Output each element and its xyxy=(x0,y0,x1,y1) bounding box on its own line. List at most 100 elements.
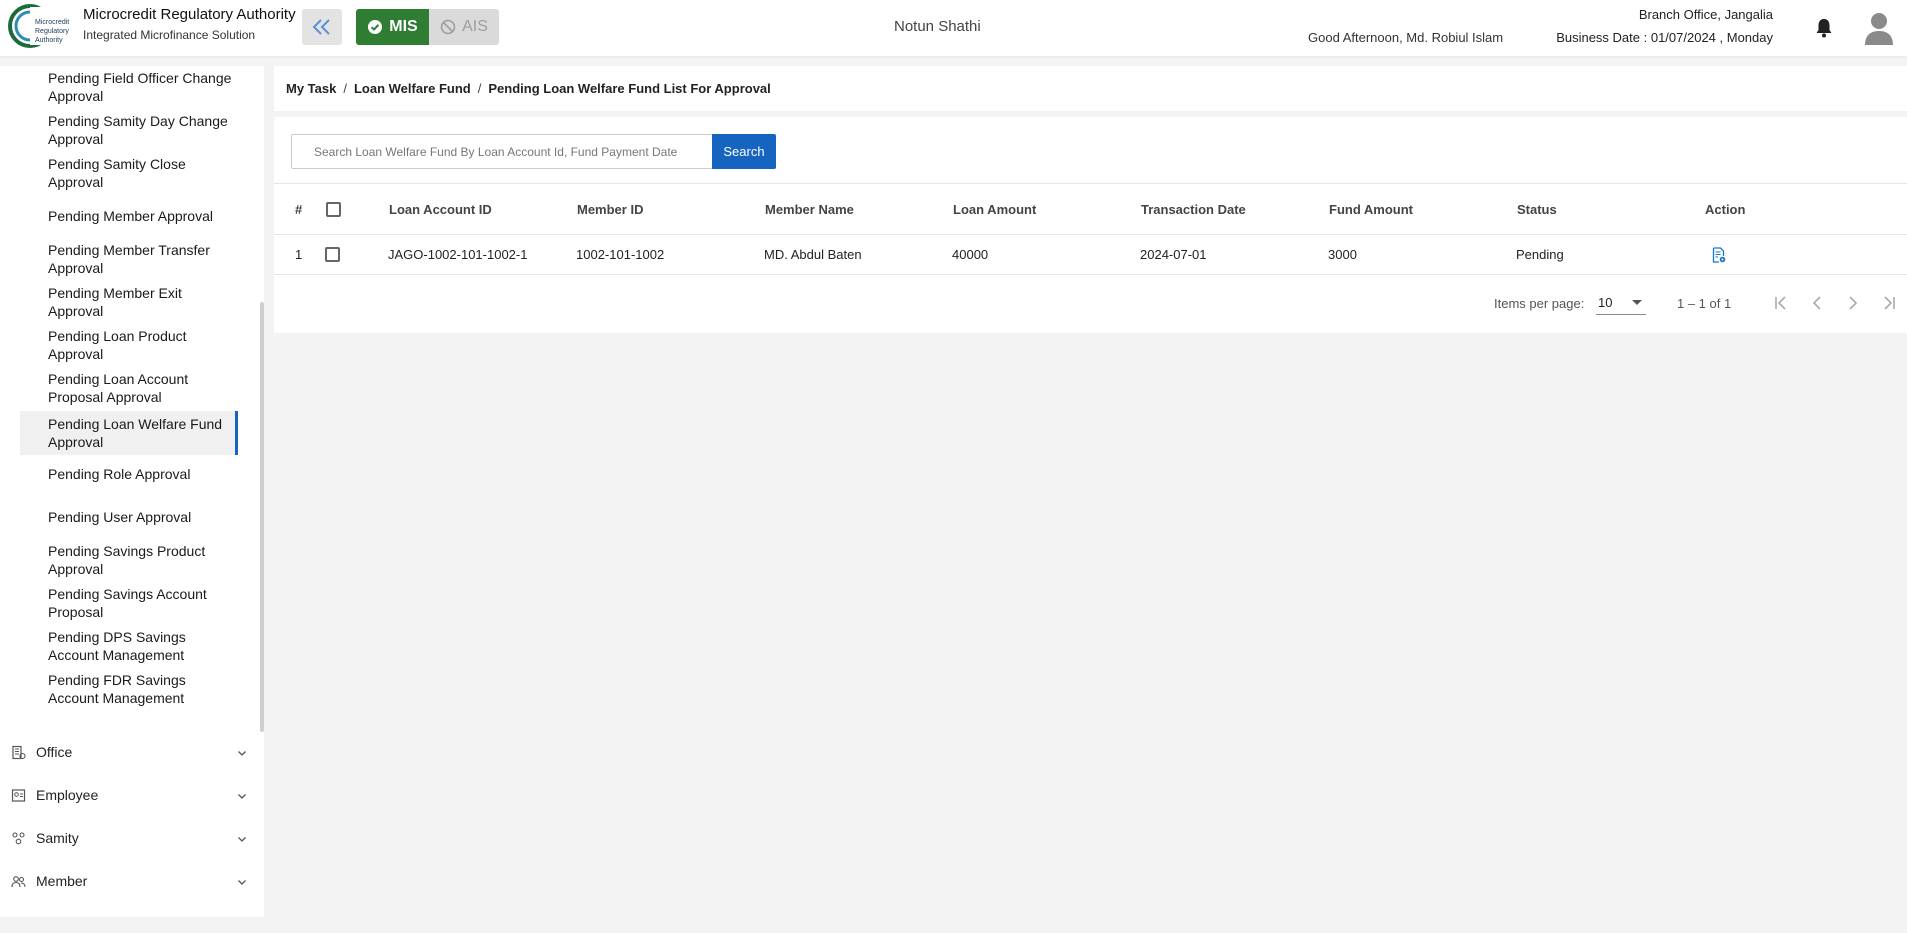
breadcrumb-my-task[interactable]: My Task xyxy=(286,81,336,96)
business-date: Business Date : 01/07/2024 , Monday xyxy=(1556,30,1773,45)
branch-office: Branch Office, Jangalia xyxy=(1638,7,1773,22)
search-button[interactable]: Search xyxy=(712,134,776,169)
org-name: Microcredit Regulatory Authority xyxy=(83,6,296,23)
items-per-page-value: 10 xyxy=(1598,295,1613,310)
next-page-button[interactable] xyxy=(1841,291,1865,315)
items-per-page-label: Items per page: xyxy=(1494,296,1585,311)
column-header-loan-account-id: Loan Account ID xyxy=(389,201,492,217)
breadcrumb-loan-welfare-fund[interactable]: Loan Welfare Fund xyxy=(354,81,471,96)
sidebar-item-loan-product[interactable]: Pending Loan Product Approval xyxy=(20,327,238,363)
block-icon xyxy=(440,19,456,35)
last-page-button[interactable] xyxy=(1877,291,1901,315)
sidebar-item-label: Pending Loan Account Proposal Approval xyxy=(48,371,189,405)
sidebar-item-loan-welfare-fund[interactable]: Pending Loan Welfare Fund Approval xyxy=(20,411,238,455)
column-header-transaction-date: Transaction Date xyxy=(1141,201,1246,217)
ais-label: AIS xyxy=(462,18,488,35)
sidebar-item-label: Pending Loan Product Approval xyxy=(48,328,187,362)
mis-label: MIS xyxy=(389,18,418,35)
greeting-text: Good Afternoon, Md. Robiul Islam xyxy=(1308,30,1504,45)
table-row: 1 JAGO-1002-101-1002-1 1002-101-1002 MD.… xyxy=(274,235,1907,275)
table-header: # Loan Account ID Member ID Member Name … xyxy=(274,183,1907,235)
column-header-index: # xyxy=(295,201,303,217)
sidebar-item-label: Pending Samity Close Approval xyxy=(48,156,186,190)
mis-toggle-button[interactable]: MIS xyxy=(356,9,429,45)
sidebar-item-dps-savings[interactable]: Pending DPS Savings Account Management xyxy=(20,628,238,664)
first-page-icon xyxy=(1775,296,1786,310)
cell-fund-amount: 3000 xyxy=(1328,247,1357,262)
items-per-page-select[interactable]: 10 xyxy=(1596,291,1646,315)
sidebar-item-label: Pending Member Approval xyxy=(48,208,213,224)
chevron-right-icon xyxy=(1849,296,1858,310)
sidebar-scrollbar-thumb[interactable] xyxy=(260,302,264,732)
sidebar-item-label: Pending Loan Welfare Fund Approval xyxy=(48,416,223,450)
samity-icon xyxy=(12,832,25,845)
sidebar-item-label: Pending Savings Account Proposal xyxy=(48,586,207,620)
top-header: Microcredit Regulatory Authority Microcr… xyxy=(0,0,1907,56)
sidebar-group-employee[interactable]: Employee xyxy=(0,775,258,815)
select-all-checkbox[interactable] xyxy=(326,201,341,217)
select-all-cell xyxy=(326,184,341,234)
column-header-member-name: Member Name xyxy=(765,201,854,217)
sidebar-item-user-approval[interactable]: Pending User Approval xyxy=(20,499,238,535)
breadcrumb-separator: / xyxy=(343,81,347,96)
view-details-icon[interactable] xyxy=(1712,246,1726,263)
sidebar-group-label: Member xyxy=(36,873,88,889)
previous-page-button[interactable] xyxy=(1805,291,1829,315)
org-subtitle: Integrated Microfinance Solution xyxy=(83,28,256,42)
breadcrumb: My Task / Loan Welfare Fund / Pending Lo… xyxy=(274,66,1907,111)
sidebar-item-label: Pending User Approval xyxy=(48,509,192,525)
cell-member-name: MD. Abdul Baten xyxy=(764,247,862,262)
column-header-status: Status xyxy=(1517,201,1557,217)
chevron-down-icon xyxy=(238,794,246,799)
ais-toggle-button[interactable]: AIS xyxy=(429,9,499,45)
cell-loan-amount: 40000 xyxy=(952,247,989,262)
row-index: 1 xyxy=(295,247,303,262)
sidebar: Pending Field Officer Change Approval Pe… xyxy=(0,66,264,917)
sidebar-item-label: Pending Samity Day Change Approval xyxy=(48,113,228,147)
svg-text:Authority: Authority xyxy=(35,37,63,44)
mra-logo: Microcredit Regulatory Authority xyxy=(8,4,76,48)
sidebar-item-label: Pending FDR Savings Account Management xyxy=(48,672,186,706)
employee-icon xyxy=(11,789,26,802)
sidebar-collapse-button[interactable] xyxy=(302,9,342,45)
sidebar-group-samity[interactable]: Samity xyxy=(0,818,258,858)
breadcrumb-current-page: Pending Loan Welfare Fund List For Appro… xyxy=(488,81,771,96)
sidebar-item-label: Pending Member Exit Approval xyxy=(48,285,182,319)
sidebar-item-savings-account-proposal[interactable]: Pending Savings Account Proposal xyxy=(20,585,238,621)
breadcrumb-separator: / xyxy=(477,81,482,96)
cell-status: Pending xyxy=(1516,247,1564,262)
sidebar-item-samity-close[interactable]: Pending Samity Close Approval xyxy=(20,155,238,191)
sidebar-item-label: Pending Role Approval xyxy=(48,466,191,482)
sidebar-item-role-approval[interactable]: Pending Role Approval xyxy=(20,456,238,492)
cell-member-id: 1002-101-1002 xyxy=(576,247,665,262)
sidebar-group-office[interactable]: Office xyxy=(0,732,258,772)
sidebar-item-field-officer-change[interactable]: Pending Field Officer Change Approval xyxy=(20,69,238,105)
column-header-fund-amount: Fund Amount xyxy=(1329,201,1413,217)
sidebar-item-member-transfer[interactable]: Pending Member Transfer Approval xyxy=(20,241,238,277)
sidebar-item-member-exit[interactable]: Pending Member Exit Approval xyxy=(20,284,238,320)
sidebar-group-member[interactable]: Member xyxy=(0,861,258,901)
svg-text:Microcredit: Microcredit xyxy=(35,19,69,26)
column-header-loan-amount: Loan Amount xyxy=(953,201,1037,217)
column-header-member-id: Member ID xyxy=(577,201,644,217)
row-checkbox[interactable] xyxy=(325,247,340,262)
sidebar-item-member-approval[interactable]: Pending Member Approval xyxy=(20,198,238,234)
sidebar-item-savings-product[interactable]: Pending Savings Product Approval xyxy=(20,542,238,578)
sidebar-item-loan-account-proposal[interactable]: Pending Loan Account Proposal Approval xyxy=(20,370,238,406)
dropdown-caret-icon xyxy=(1632,300,1642,305)
first-page-button[interactable] xyxy=(1769,291,1793,315)
sidebar-group-label: Samity xyxy=(36,830,79,846)
cell-loan-account-id: JAGO-1002-101-1002-1 xyxy=(388,247,528,262)
paginator: Items per page: 10 1 – 1 of 1 xyxy=(274,275,1907,333)
sidebar-item-samity-day-change[interactable]: Pending Samity Day Change Approval xyxy=(20,112,238,148)
notification-bell-icon[interactable] xyxy=(1814,17,1834,39)
search-input[interactable] xyxy=(291,134,713,169)
svg-text:Regulatory: Regulatory xyxy=(35,28,69,35)
app-name: Notun Shathi xyxy=(894,18,981,35)
sidebar-item-fdr-savings[interactable]: Pending FDR Savings Account Management xyxy=(20,671,238,707)
main-card: Search # Loan Account ID Member ID Membe… xyxy=(274,117,1907,333)
check-circle-icon xyxy=(368,20,383,34)
sidebar-group-label: Employee xyxy=(36,787,99,803)
user-avatar-icon[interactable] xyxy=(1863,10,1895,46)
last-page-icon xyxy=(1884,296,1895,310)
